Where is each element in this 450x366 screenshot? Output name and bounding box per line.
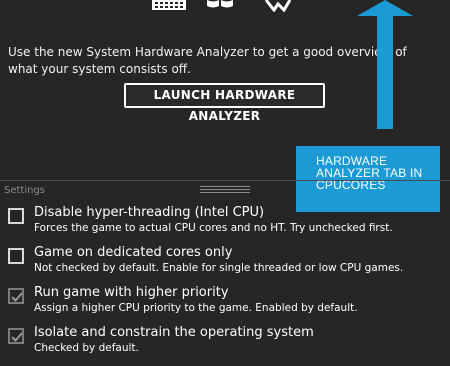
checkmark-icon <box>11 332 23 342</box>
windows-logo-icon[interactable] <box>205 0 235 12</box>
drag-handle-icon[interactable] <box>200 186 250 195</box>
setting-description: Checked by default. <box>34 342 139 354</box>
setting-title: Game on dedicated cores only <box>34 245 233 260</box>
settings-header: Settings <box>0 180 450 196</box>
checkbox-checked[interactable] <box>8 288 24 304</box>
setting-description: Assign a higher CPU priority to the game… <box>34 302 358 314</box>
setting-title: Disable hyper-threading (Intel CPU) <box>34 205 265 220</box>
setting-description: Not checked by default. Enable for singl… <box>34 262 404 274</box>
keyboard-icon[interactable] <box>152 0 186 12</box>
setting-title: Run game with higher priority <box>34 285 229 300</box>
arrow-icon <box>357 0 413 129</box>
checkbox[interactable] <box>8 248 24 264</box>
launch-hardware-analyzer-button[interactable]: LAUNCH HARDWARE ANALYZER <box>124 83 325 123</box>
callout-box: HARDWARE ANALYZER TAB IN CPUCORES <box>296 146 440 212</box>
settings-label: Settings <box>4 185 46 196</box>
checkbox[interactable] <box>8 208 24 224</box>
network-icon[interactable] <box>264 0 292 12</box>
checkmark-icon <box>11 292 23 302</box>
checkbox-checked[interactable] <box>8 328 24 344</box>
setting-description: Forces the game to actual CPU cores and … <box>34 222 393 234</box>
setting-title: Isolate and constrain the operating syst… <box>34 325 314 340</box>
